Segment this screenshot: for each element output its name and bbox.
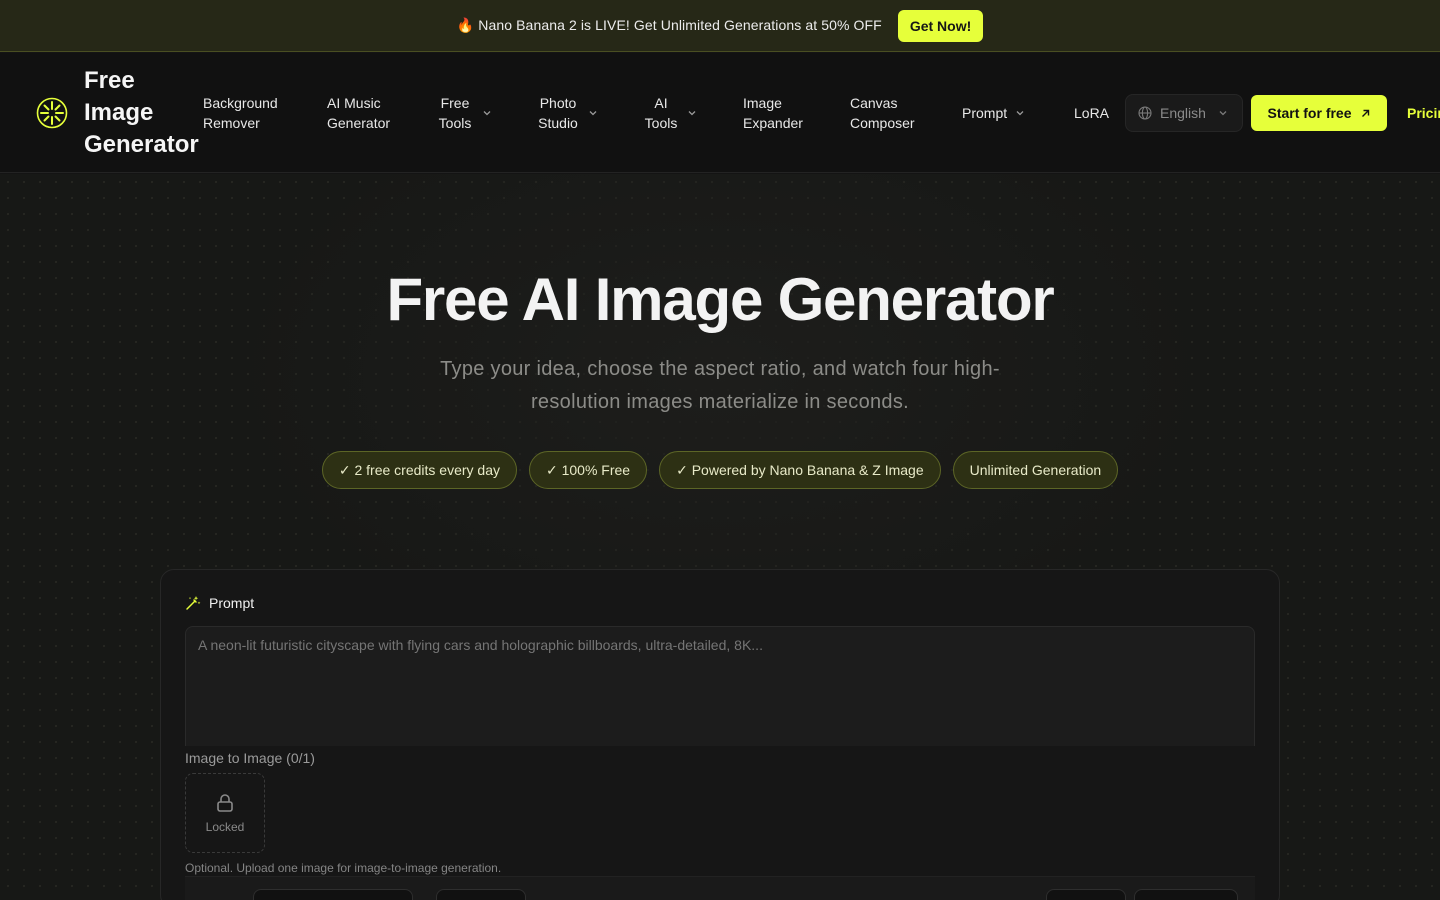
chevron-down-icon xyxy=(483,111,491,116)
language-select[interactable]: English xyxy=(1125,94,1243,132)
lock-icon xyxy=(217,794,233,812)
nav-ai-tools[interactable]: AI Tools xyxy=(643,53,697,173)
nav-label: Free Tools xyxy=(438,95,472,131)
start-button-label: Start for free xyxy=(1267,105,1352,121)
nav-image-expander[interactable]: Image Expander xyxy=(743,53,809,173)
image-upload-locked[interactable]: Locked xyxy=(185,773,265,853)
chevron-down-icon xyxy=(1016,111,1024,116)
generator-card: Prompt Image to Image (0/1) Locked Optio… xyxy=(160,569,1280,900)
nav-label: Prompt xyxy=(962,105,1008,121)
feature-chip: ✓ Powered by Nano Banana & Z Image xyxy=(659,451,941,489)
logo-text: Free Image Generator xyxy=(84,67,199,158)
nav-lora[interactable]: LoRA xyxy=(1074,53,1109,173)
nav-prompt[interactable]: Prompt xyxy=(962,53,1025,173)
hero-subtitle: Type your idea, choose the aspect ratio,… xyxy=(440,358,1000,413)
get-now-button[interactable]: Get Now! xyxy=(897,9,984,42)
locked-label: Locked xyxy=(205,820,245,834)
logo-icon xyxy=(36,97,68,129)
generator-toolbar xyxy=(185,876,1255,900)
nav-label: Background Remover xyxy=(203,95,278,131)
nav-label: AI Tools xyxy=(644,95,678,131)
language-value: English xyxy=(1160,105,1206,121)
prompt-label: Prompt xyxy=(185,595,254,611)
nav-photo-studio[interactable]: Photo Studio xyxy=(536,53,598,173)
feature-chip: Unlimited Generation xyxy=(952,451,1119,489)
chevron-down-icon xyxy=(589,111,597,116)
page-title: Free AI Image Generator xyxy=(386,266,1054,333)
toolbar-control[interactable] xyxy=(1134,889,1238,900)
nav-label: Image Expander xyxy=(743,95,803,131)
chevron-down-icon xyxy=(1219,111,1227,116)
nav-canvas-composer[interactable]: Canvas Composer xyxy=(850,53,922,173)
prompt-input[interactable] xyxy=(185,626,1255,746)
upload-help-text: Optional. Upload one image for image-to-… xyxy=(185,861,502,875)
magic-wand-icon xyxy=(186,596,201,610)
toolbar-control[interactable] xyxy=(1046,889,1126,900)
announcement-text: 🔥 Nano Banana 2 is LIVE! Get Unlimited G… xyxy=(456,17,882,33)
feature-chip: ✓ 2 free credits every day xyxy=(321,451,517,489)
image-to-image-label: Image to Image (0/1) xyxy=(185,750,315,766)
pricing-label: Pricing xyxy=(1407,105,1440,121)
announcement-bar: 🔥 Nano Banana 2 is LIVE! Get Unlimited G… xyxy=(0,0,1440,52)
logo-link[interactable]: Free Image Generator xyxy=(36,53,204,173)
arrow-up-right-icon xyxy=(1361,109,1369,117)
feature-chips: ✓ 2 free credits every day ✓ 100% Free ✓… xyxy=(0,451,1440,489)
prompt-label-text: Prompt xyxy=(209,595,255,611)
nav-label: AI Music Generator xyxy=(327,95,391,131)
aspect-ratio-select[interactable] xyxy=(253,889,413,900)
feature-chip: ✓ 100% Free xyxy=(528,451,648,489)
chevron-down-icon xyxy=(688,111,696,116)
nav-background-remover[interactable]: Background Remover xyxy=(203,53,287,173)
nav-ai-music-generator[interactable]: AI Music Generator xyxy=(327,53,397,173)
start-for-free-button[interactable]: Start for free xyxy=(1251,95,1387,131)
nav-label: Canvas Composer xyxy=(850,95,915,131)
globe-icon xyxy=(1138,106,1152,120)
site-header: Free Image Generator Background Remover … xyxy=(0,53,1440,173)
nav-label: Photo Studio xyxy=(538,95,578,131)
nav-label: LoRA xyxy=(1074,105,1110,121)
nav-free-tools[interactable]: Free Tools xyxy=(436,53,492,173)
nav-pricing[interactable]: Pricing xyxy=(1407,53,1440,173)
model-select[interactable] xyxy=(436,889,526,900)
